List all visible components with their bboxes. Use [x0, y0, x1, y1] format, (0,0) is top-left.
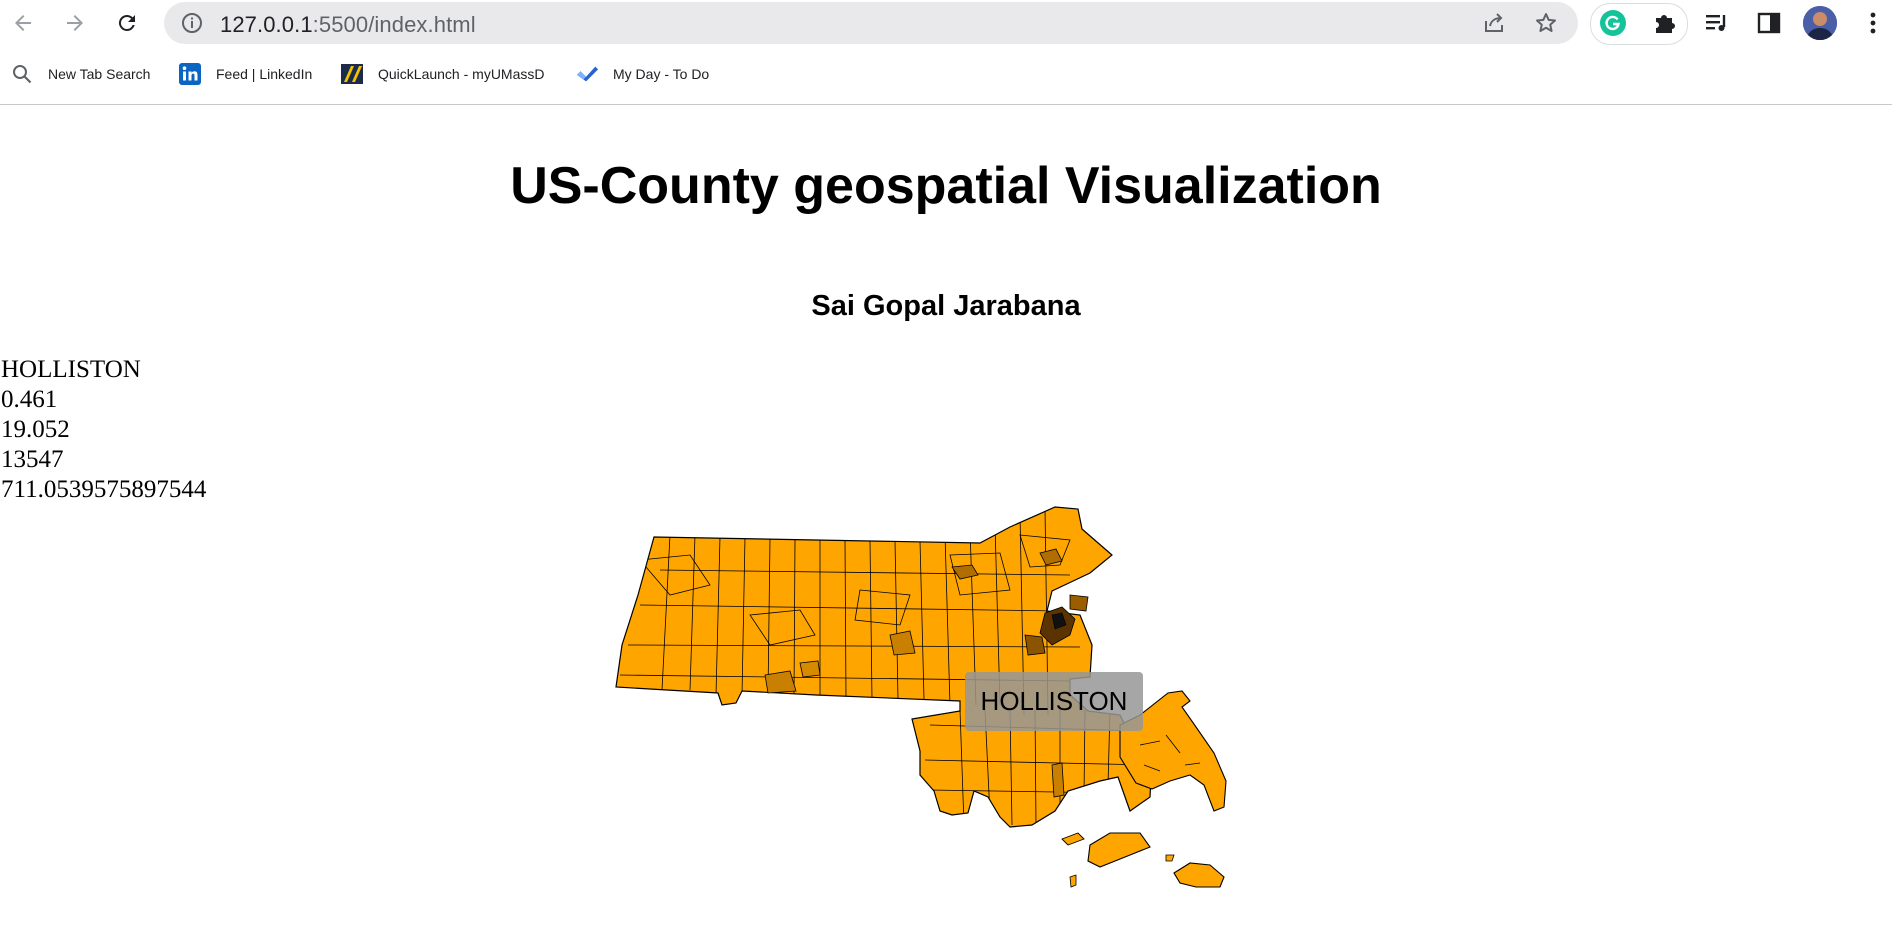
arrow-right-icon [67, 15, 83, 31]
star-icon[interactable] [1534, 11, 1558, 35]
county-value-3: 13547 [1, 446, 64, 473]
map-svg [615, 506, 1227, 888]
todo-check-icon [575, 62, 599, 86]
toolbar-divider [0, 104, 1892, 105]
back-button[interactable] [6, 6, 40, 40]
more-menu-icon[interactable] [1860, 10, 1886, 36]
side-panel-icon[interactable] [1756, 10, 1782, 36]
county-value-4: 711.0539575897544 [1, 476, 207, 503]
shaded-county[interactable] [799, 660, 821, 678]
bookmark-my-day-todo[interactable]: My Day - To Do [575, 62, 709, 86]
county-value-1: 0.461 [1, 386, 58, 413]
shaded-county[interactable] [1024, 634, 1046, 656]
address-bar[interactable]: 127.0.0.1:5500/index.html [164, 2, 1578, 44]
search-icon [10, 62, 34, 86]
bookmark-label: QuickLaunch - myUMassD [378, 66, 545, 82]
bookmark-label: My Day - To Do [613, 66, 710, 82]
bookmark-new-tab-search[interactable]: New Tab Search [10, 62, 150, 86]
avatar-icon [1803, 6, 1837, 40]
shaded-county[interactable] [1069, 594, 1089, 612]
county-value-2: 19.052 [1, 416, 70, 443]
elizabeth-islands[interactable] [1061, 832, 1085, 846]
arrow-left-icon [15, 15, 31, 31]
reload-icon [118, 14, 135, 31]
url-path: :5500/index.html [312, 12, 476, 37]
forward-button[interactable] [58, 6, 92, 40]
map-tooltip: HOLLISTON [965, 672, 1143, 731]
bookmark-quicklaunch[interactable]: QuickLaunch - myUMassD [340, 62, 545, 86]
profile-avatar[interactable] [1803, 6, 1837, 40]
county-name: HOLLISTON [1, 356, 141, 383]
county-info-panel: HOLLISTON 0.461 19.052 13547 711.0539575… [1, 355, 206, 505]
page-title: US-County geospatial Visualization [510, 157, 1382, 215]
linkedin-icon [178, 62, 202, 86]
browser-toolbar: 127.0.0.1:5500/index.html [0, 0, 1892, 46]
url-text[interactable]: 127.0.0.1:5500/index.html [220, 12, 476, 38]
shaded-county[interactable] [764, 670, 797, 694]
bookmark-linkedin-feed[interactable]: Feed | LinkedIn [178, 62, 312, 86]
nantucket[interactable] [1173, 862, 1225, 888]
small-island[interactable] [1165, 854, 1175, 862]
reload-button[interactable] [110, 6, 144, 40]
shaded-county[interactable] [1051, 762, 1065, 798]
massachusetts-map[interactable] [600, 495, 1250, 895]
share-icon[interactable] [1482, 11, 1506, 35]
info-icon[interactable] [180, 11, 204, 35]
small-island[interactable] [1069, 874, 1077, 888]
url-host: 127.0.0.1 [220, 12, 313, 37]
page-author: Sai Gopal Jarabana [811, 290, 1081, 322]
bookmark-label: New Tab Search [48, 66, 151, 82]
marthas-vineyard[interactable] [1087, 832, 1151, 868]
umassd-icon [340, 62, 364, 86]
bookmark-label: Feed | LinkedIn [216, 66, 313, 82]
bookmarks-bar: New Tab Search Feed | LinkedIn QuickLaun… [0, 56, 1892, 92]
grammarly-icon[interactable] [1600, 10, 1626, 36]
puzzle-piece-icon[interactable] [1652, 10, 1678, 36]
media-queue-icon[interactable] [1704, 10, 1730, 36]
